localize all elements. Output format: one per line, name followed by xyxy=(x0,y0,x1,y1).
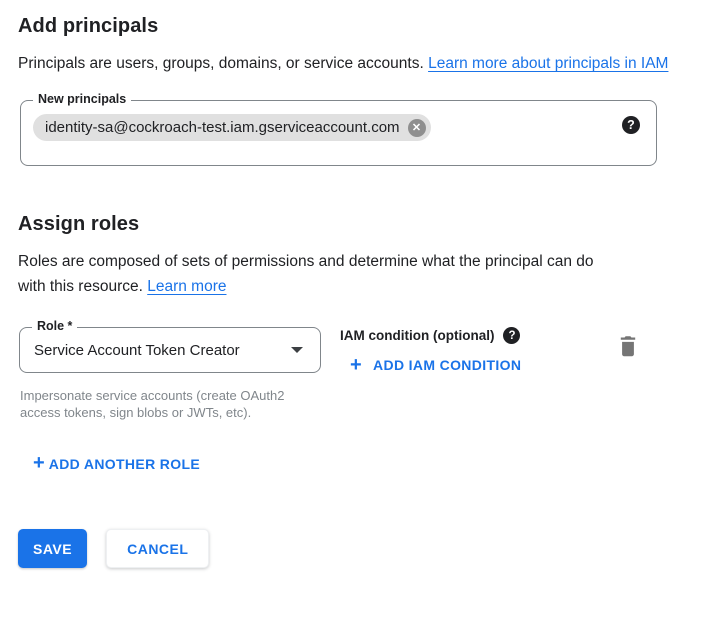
chip-remove-button[interactable]: ✕ xyxy=(408,119,426,137)
principals-description: Principals are users, groups, domains, o… xyxy=(18,51,674,76)
delete-role-button[interactable] xyxy=(618,335,640,357)
role-dropdown[interactable]: Role * Service Account Token Creator xyxy=(19,327,321,373)
add-iam-condition-button[interactable]: + ADD IAM CONDITION xyxy=(350,357,521,373)
role-column: Role * Service Account Token Creator Imp… xyxy=(18,327,340,421)
role-selected-value: Service Account Token Creator xyxy=(34,342,291,359)
assign-roles-title: Assign roles xyxy=(18,212,695,236)
roles-description: Roles are composed of sets of permission… xyxy=(18,249,618,299)
new-principals-field[interactable]: New principals identity-sa@cockroach-tes… xyxy=(20,100,657,166)
plus-icon: + xyxy=(350,357,362,373)
role-helper-text: Impersonate service accounts (create OAu… xyxy=(20,387,320,421)
principals-description-text: Principals are users, groups, domains, o… xyxy=(18,55,428,72)
learn-more-roles-link[interactable]: Learn more xyxy=(147,278,226,295)
roles-description-text: Roles are composed of sets of permission… xyxy=(18,253,594,295)
role-assignment-row: Role * Service Account Token Creator Imp… xyxy=(18,327,695,421)
role-label: Role * xyxy=(32,319,77,334)
plus-icon: + xyxy=(33,452,45,474)
learn-more-principals-link[interactable]: Learn more about principals in IAM xyxy=(428,55,668,72)
save-button[interactable]: SAVE xyxy=(18,529,87,568)
page-title: Add principals xyxy=(18,14,695,38)
cancel-button[interactable]: CANCEL xyxy=(106,529,209,568)
add-another-role-label: ADD ANOTHER ROLE xyxy=(49,456,200,472)
new-principals-label: New principals xyxy=(33,92,131,107)
iam-condition-column: IAM condition (optional) ? + ADD IAM CON… xyxy=(340,327,521,376)
dropdown-arrow-icon xyxy=(291,347,303,353)
add-iam-condition-label: ADD IAM CONDITION xyxy=(373,357,521,373)
principal-chip: identity-sa@cockroach-test.iam.gservicea… xyxy=(33,114,431,141)
add-principals-panel: Add principals Principals are users, gro… xyxy=(0,0,713,568)
iam-condition-help-icon[interactable]: ? xyxy=(503,327,520,344)
principal-chip-label: identity-sa@cockroach-test.iam.gservicea… xyxy=(45,119,400,136)
cancel-icon: ✕ xyxy=(412,119,421,137)
trash-icon xyxy=(618,335,638,357)
iam-condition-label-row: IAM condition (optional) ? xyxy=(340,327,521,344)
add-another-role-button[interactable]: + ADD ANOTHER ROLE xyxy=(33,455,200,472)
principals-help-icon[interactable]: ? xyxy=(622,116,640,134)
dialog-footer: SAVE CANCEL xyxy=(18,529,695,568)
iam-condition-label: IAM condition (optional) xyxy=(340,328,494,343)
